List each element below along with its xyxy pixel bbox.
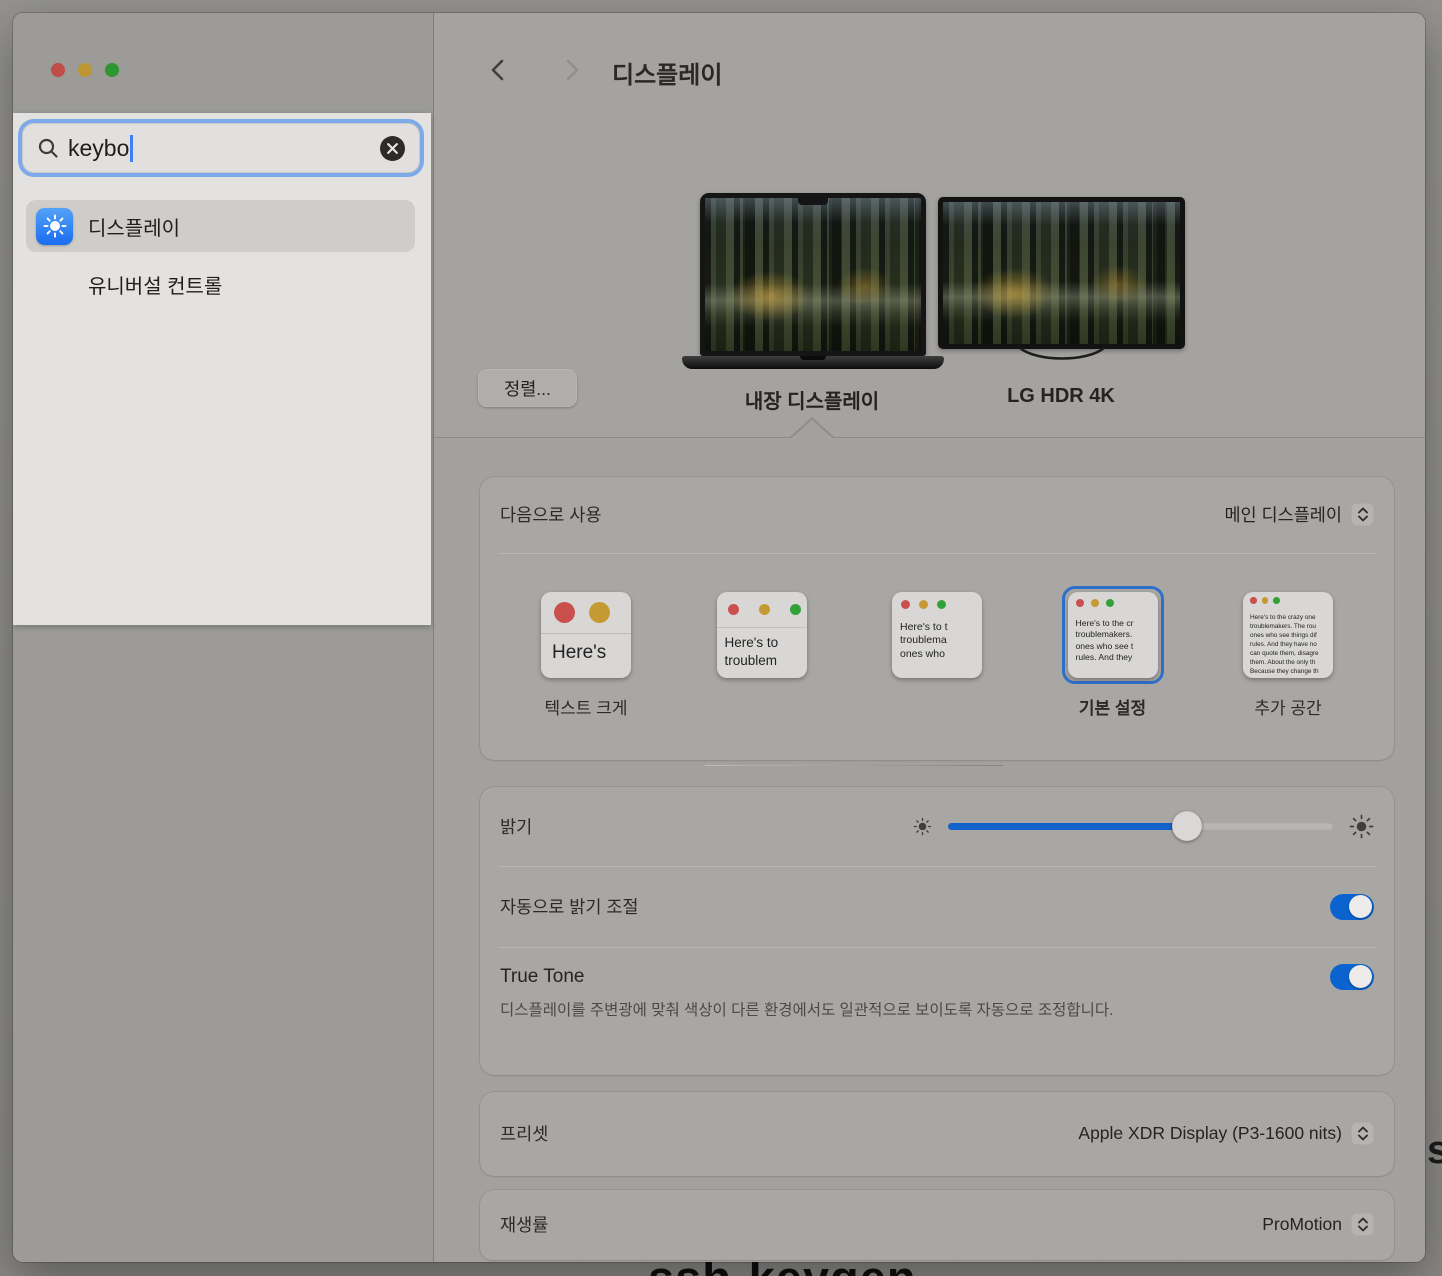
true-tone-toggle[interactable] <box>1330 964 1374 990</box>
builtin-display-thumbnail[interactable] <box>700 193 926 356</box>
scaling-divider-line <box>705 765 1003 767</box>
scaling-option-2[interactable]: Here's to troublem <box>708 586 816 716</box>
minimize-window-button[interactable] <box>78 63 92 77</box>
scaling-option-label: 추가 공간 <box>1254 694 1321 716</box>
scaling-preview: Here's <box>541 592 631 678</box>
use-as-label: 다음으로 사용 <box>500 502 601 527</box>
true-tone-label: True Tone <box>500 966 585 988</box>
refresh-rate-label: 재생률 <box>500 1212 548 1237</box>
wallpaper-preview <box>705 198 921 351</box>
main-pane: 디스플레이 내장 디스플레이 LG HDR 4K 정렬... 다음으로 사용 <box>434 13 1425 1262</box>
scaling-option-more-space[interactable]: Here's to the crazy one troublemakers. T… <box>1234 586 1342 716</box>
use-as-dropdown[interactable]: 메인 디스플레이 <box>1224 502 1374 527</box>
scaling-preview: Here's to the cr troublemakers. ones who… <box>1068 592 1158 678</box>
settings-content: 다음으로 사용 메인 디스플레이 Here's <box>434 439 1425 1263</box>
main-header: 디스플레이 <box>434 13 1425 123</box>
preset-card: 프리셋 Apple XDR Display (P3-1600 nits) <box>480 1092 1394 1176</box>
auto-brightness-toggle[interactable] <box>1330 894 1374 920</box>
laptop-base <box>682 356 944 369</box>
scaling-options: Here's 텍스트 크게 Here's to troublem <box>480 554 1394 716</box>
true-tone-description: 디스플레이를 주변광에 맞춰 색상이 다른 환경에서도 일관적으로 보이도록 자… <box>500 999 1240 1023</box>
monitor-stand <box>1017 347 1107 365</box>
search-icon <box>37 137 59 159</box>
arrange-displays-button[interactable]: 정렬... <box>478 369 577 407</box>
forward-button[interactable] <box>558 57 584 83</box>
refresh-rate-dropdown[interactable]: ProMotion <box>1262 1213 1374 1236</box>
scaling-preview: Here's to t troublema ones who <box>892 592 982 678</box>
brightness-max-icon <box>1349 814 1374 839</box>
brightness-row: 밝기 <box>480 787 1394 866</box>
preset-dropdown[interactable]: Apple XDR Display (P3-1600 nits) <box>1078 1122 1374 1145</box>
use-as-card: 다음으로 사용 메인 디스플레이 Here's <box>480 477 1394 760</box>
sidebar: keybo <box>13 13 434 1262</box>
builtin-display-label: 내장 디스플레이 <box>682 385 942 414</box>
selected-display-notch-fill <box>791 420 833 439</box>
preset-label: 프리셋 <box>500 1121 548 1146</box>
auto-brightness-label: 자동으로 밝기 조절 <box>500 894 639 919</box>
brightness-slider-thumb[interactable] <box>1172 811 1202 841</box>
text-cursor <box>130 135 133 162</box>
search-results-panel: keybo <box>13 113 431 625</box>
chevron-up-down-icon <box>1351 1213 1374 1236</box>
search-input-value: keybo <box>68 135 129 162</box>
page-title: 디스플레이 <box>612 55 722 90</box>
clear-search-icon[interactable] <box>380 136 405 161</box>
external-display-thumbnail[interactable] <box>938 197 1185 349</box>
scaling-option-3[interactable]: Here's to t troublema ones who <box>883 586 991 716</box>
brightness-card: 밝기 <box>480 787 1394 1075</box>
scaling-option-default[interactable]: Here's to the cr troublemakers. ones who… <box>1059 586 1167 716</box>
scaling-option-label: 기본 설정 <box>1079 694 1146 716</box>
brightness-slider[interactable] <box>948 823 1333 830</box>
preset-value: Apple XDR Display (P3-1600 nits) <box>1078 1123 1342 1144</box>
chevron-up-down-icon <box>1351 1122 1374 1145</box>
external-display-label: LG HDR 4K <box>931 385 1191 408</box>
preset-row: 프리셋 Apple XDR Display (P3-1600 nits) <box>480 1092 1394 1176</box>
search-result-label: 디스플레이 <box>88 212 180 241</box>
system-settings-window: keybo <box>13 13 1425 1262</box>
scaling-option-label: 텍스트 크게 <box>545 694 628 716</box>
true-tone-row: True Tone 디스플레이를 주변광에 맞춰 색상이 다른 환경에서도 일관… <box>480 948 1394 1023</box>
auto-brightness-row: 자동으로 밝기 조절 <box>480 867 1394 947</box>
use-as-row: 다음으로 사용 메인 디스플레이 <box>480 477 1394 553</box>
refresh-rate-row: 재생률 ProMotion <box>480 1190 1394 1260</box>
desktop-background-text-partial: s <box>1427 1128 1442 1173</box>
search-result-displays[interactable]: 디스플레이 <box>26 200 415 252</box>
window-controls <box>51 63 119 77</box>
brightness-slider-fill <box>948 823 1187 830</box>
scaling-preview: Here's to troublem <box>717 592 807 678</box>
display-brightness-icon <box>36 208 73 245</box>
scaling-preview: Here's to the crazy one troublemakers. T… <box>1243 592 1333 678</box>
refresh-rate-value: ProMotion <box>1262 1214 1342 1235</box>
chevron-up-down-icon <box>1351 503 1374 526</box>
wallpaper-preview <box>943 202 1180 344</box>
brightness-label: 밝기 <box>500 814 532 839</box>
scaling-option-larger-text[interactable]: Here's 텍스트 크게 <box>532 586 640 716</box>
close-window-button[interactable] <box>51 63 65 77</box>
laptop-notch <box>798 198 828 205</box>
brightness-min-icon <box>913 817 932 836</box>
zoom-window-button[interactable] <box>105 63 119 77</box>
search-result-label: 유니버설 컨트롤 <box>88 270 222 299</box>
search-result-universal-control[interactable]: 유니버설 컨트롤 <box>26 258 415 310</box>
use-as-value: 메인 디스플레이 <box>1224 502 1342 527</box>
refresh-rate-card: 재생률 ProMotion <box>480 1190 1394 1260</box>
search-input[interactable]: keybo <box>22 123 420 173</box>
back-button[interactable] <box>486 57 512 83</box>
